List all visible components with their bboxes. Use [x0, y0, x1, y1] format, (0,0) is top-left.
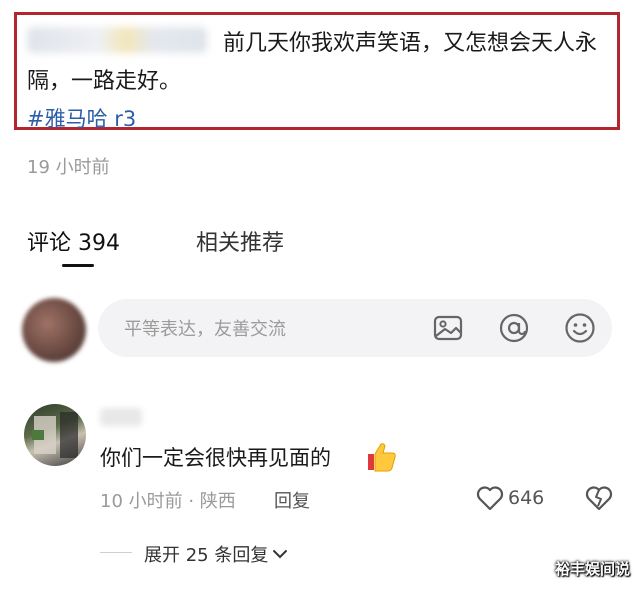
chevron-down-icon [273, 550, 288, 559]
watermark-text: 裕丰娱间说 [554, 560, 630, 578]
my-avatar [22, 298, 86, 362]
post-timestamp: 19 小时前 [27, 157, 110, 178]
comment-meta: 10 小时前 · 陕西 [100, 491, 236, 512]
post-text: 前几天你我欢声笑语，又怎想会天人永隔，一路走好。 [27, 31, 598, 94]
topic-hashtag-link[interactable]: #雅马哈 r3 [27, 103, 136, 133]
expand-replies-button[interactable]: 展开 25 条回复 [144, 541, 288, 567]
post-card: 前几天你我欢声笑语，又怎想会天人永隔，一路走好。 #雅马哈 r3 [14, 12, 620, 133]
blurred-commenter-name [100, 408, 142, 426]
comment-input[interactable] [122, 313, 416, 345]
emoji-icon[interactable] [564, 312, 596, 344]
expand-replies-label: 展开 25 条回复 [144, 545, 269, 566]
comment-input-bar[interactable] [98, 299, 612, 357]
like-count: 646 [508, 487, 545, 509]
image-icon[interactable] [432, 312, 464, 344]
commenter-avatar[interactable] [24, 404, 86, 466]
at-icon[interactable] [498, 312, 530, 344]
thumbs-up-emoji-icon [368, 443, 396, 472]
comment-text: 你们一定会很快再见面的 [100, 446, 331, 470]
expand-divider [100, 552, 132, 553]
reply-button[interactable]: 回复 [274, 487, 310, 513]
heart-icon[interactable] [476, 485, 504, 511]
active-tab-indicator [62, 264, 94, 267]
tab-comments[interactable]: 评论 394 [27, 225, 120, 257]
tab-related[interactable]: 相关推荐 [196, 225, 284, 257]
broken-heart-icon[interactable] [585, 484, 613, 512]
